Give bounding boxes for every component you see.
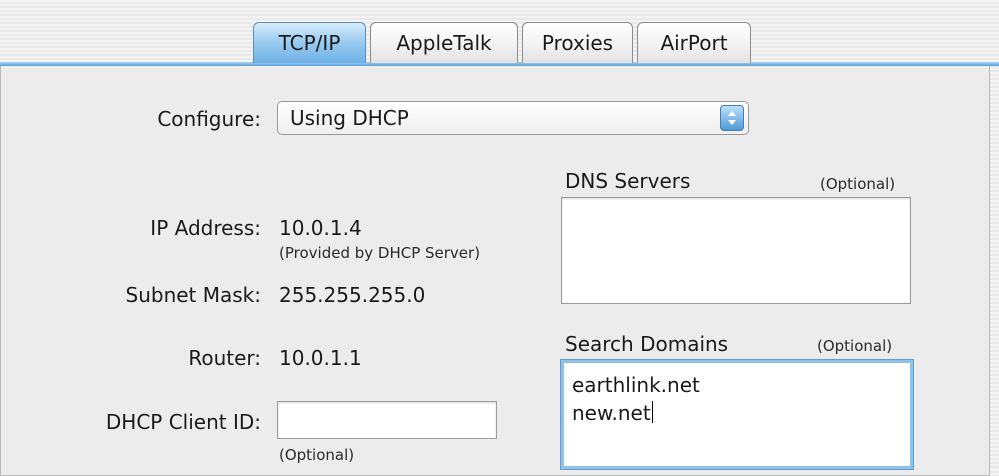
tab-strip: TCP/IP AppleTalk Proxies AirPort — [253, 22, 755, 63]
dns-servers-title: DNS Servers — [565, 169, 691, 193]
dns-servers-hint: (Optional) — [820, 175, 896, 193]
configure-value: Using DHCP — [290, 106, 409, 130]
tab-proxies[interactable]: Proxies — [522, 22, 633, 63]
configure-label: Configure: — [157, 107, 261, 131]
ip-address-value: 10.0.1.4 — [279, 216, 362, 240]
router-label: Router: — [188, 346, 261, 370]
ip-address-label: IP Address: — [150, 216, 261, 240]
text-cursor — [651, 401, 653, 423]
tab-appletalk[interactable]: AppleTalk — [370, 22, 518, 63]
configure-popup[interactable]: Using DHCP — [277, 101, 749, 135]
dhcp-client-id-field[interactable] — [277, 401, 497, 439]
dhcp-client-id-hint: (Optional) — [279, 446, 355, 464]
search-domain-entry: new.net — [572, 401, 653, 425]
subnet-mask-value: 255.255.255.0 — [279, 283, 426, 307]
dns-servers-list[interactable] — [561, 197, 911, 304]
tab-tcp-ip[interactable]: TCP/IP — [253, 22, 366, 63]
search-domains-field[interactable]: earthlink.net new.net — [561, 360, 913, 469]
tab-bar: TCP/IP AppleTalk Proxies AirPort — [0, 0, 999, 66]
search-domain-entry: earthlink.net — [572, 373, 700, 397]
ip-address-hint: (Provided by DHCP Server) — [279, 244, 481, 262]
subnet-mask-label: Subnet Mask: — [125, 283, 262, 307]
tab-airport[interactable]: AirPort — [637, 22, 751, 63]
search-domains-text: earthlink.net new.net — [572, 371, 700, 427]
search-domains-hint: (Optional) — [817, 337, 893, 355]
popup-arrows-icon — [720, 105, 744, 131]
router-value: 10.0.1.1 — [279, 346, 362, 370]
dhcp-client-id-label: DHCP Client ID: — [105, 410, 261, 434]
search-domains-title: Search Domains — [565, 332, 729, 356]
